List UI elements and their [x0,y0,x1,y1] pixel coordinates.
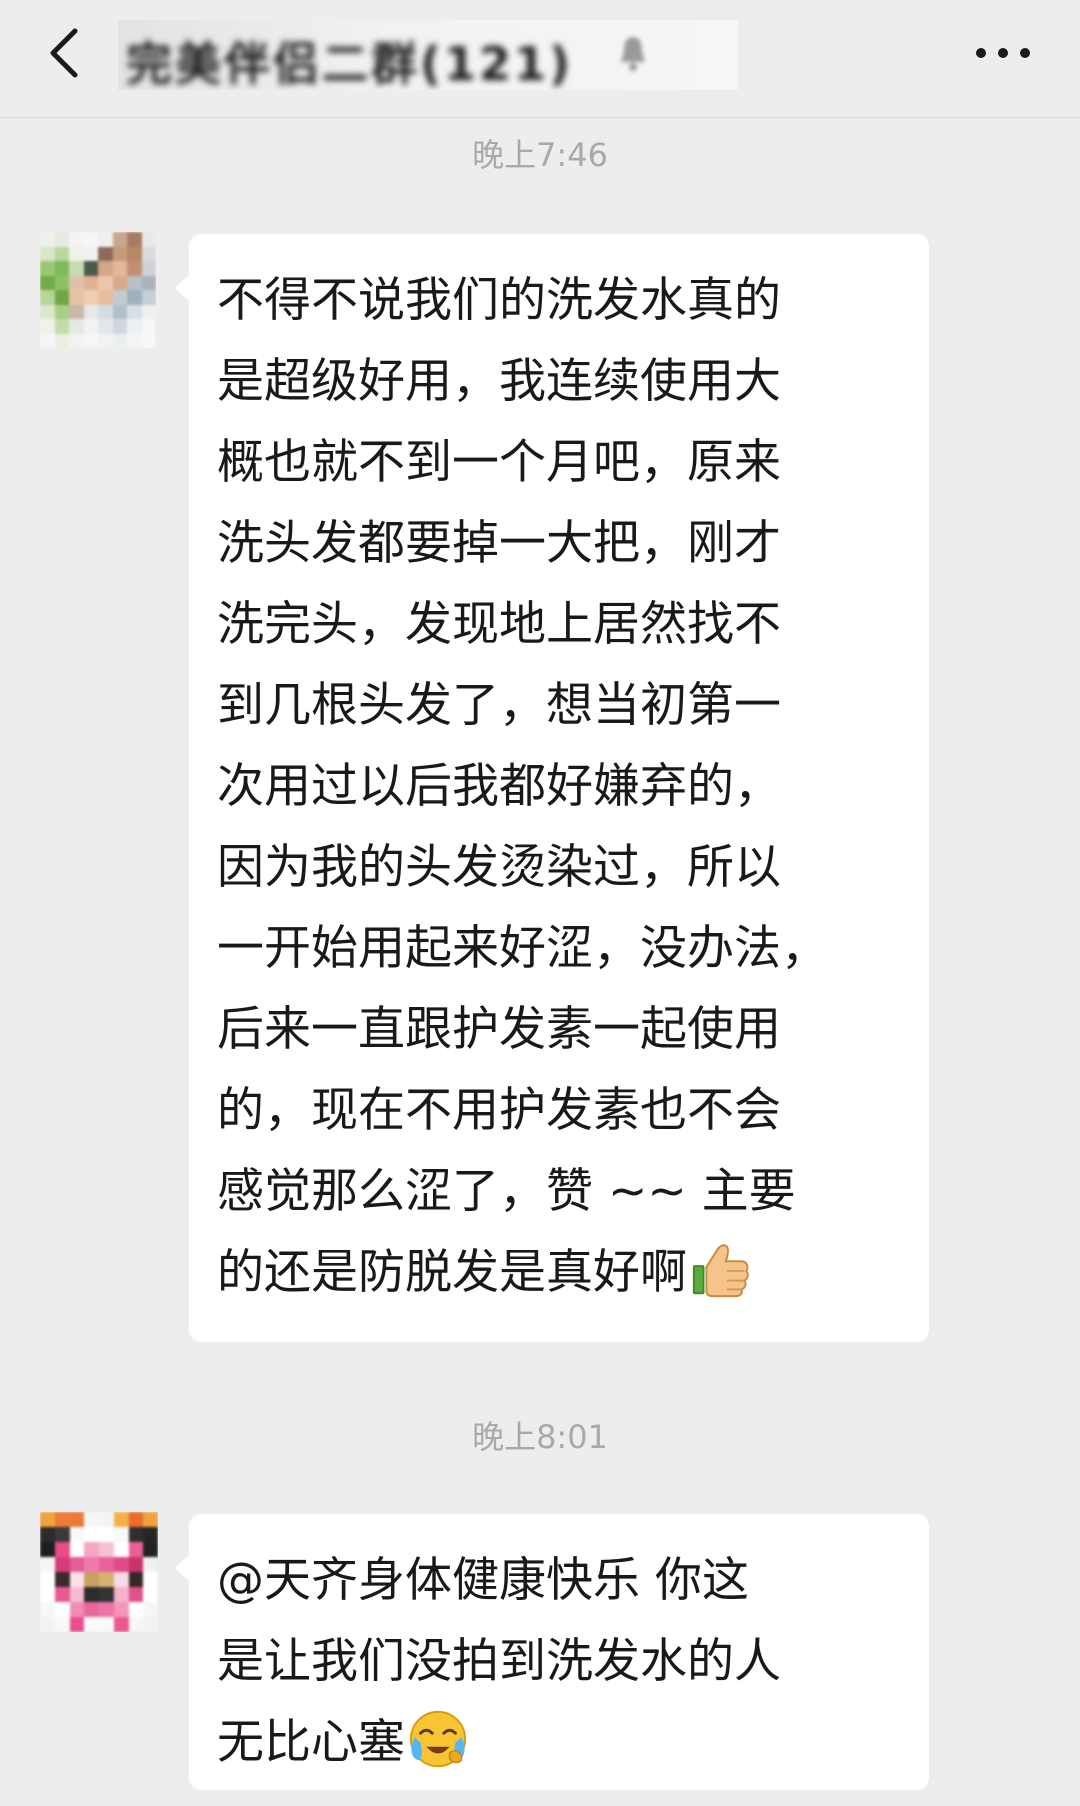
message-line: 概也就不到一个月吧，原来 [217,435,781,490]
message-line: 洗头发都要掉一大把，刚才 [217,516,781,571]
message-line: 一开始用起来好涩，没办法， [217,921,828,976]
more-dots-icon [976,48,1030,58]
avatar-image [40,1512,158,1632]
back-button[interactable] [30,18,100,88]
message-line: 是让我们没拍到洗发水的人 [217,1634,781,1689]
thumbs-up-icon [692,1244,749,1298]
sender-avatar[interactable] [40,1512,158,1632]
avatar-image [40,232,156,348]
message-line: 后来一直跟护发素一起使用 [217,1002,781,1057]
message-timestamp: 晚上8:01 [472,1418,608,1456]
message-bubble[interactable]: 不得不说我们的洗发水真的 是超级好用，我连续使用大 概也就不到一个月吧，原来 洗… [175,234,929,1342]
message-bubble[interactable]: @天齐身体健康快乐 你这 是让我们没拍到洗发水的人 无比心塞 [175,1514,929,1790]
message-line: 不得不说我们的洗发水真的 [217,273,781,328]
chat-title: 完美伴侣二群(121) [126,37,574,90]
message-line: 洗完头，发现地上居然找不 [217,597,781,652]
message-line-last: 无比心塞 [217,1702,907,1783]
message-line: 因为我的头发烫染过，所以 [217,840,781,895]
chat-title-obscured: 完美伴侣二群(121) [118,20,738,90]
message-line-last: 的还是防脱发是真好啊 [217,1232,907,1313]
message-line-text: 无比心塞 [217,1715,405,1770]
chevron-left-icon [50,28,78,78]
message-line: 的，现在不用护发素也不会 [217,1083,781,1138]
message-line: 到几根头发了，想当初第一 [217,678,781,733]
chat-header: 完美伴侣二群(121) [0,0,1080,118]
message-line: 次用过以后我都好嫌弃的， [217,759,781,814]
more-options-button[interactable] [958,18,1048,88]
message-line-mention: @天齐身体健康快乐 你这 [217,1553,749,1608]
crying-face-icon [409,1710,467,1768]
message-line: 感觉那么涩了，赞 ~~ 主要 [217,1164,796,1219]
message-line-text: 的还是防脱发是真好啊 [217,1245,687,1300]
sender-avatar[interactable] [40,232,156,348]
message-timestamp: 晚上7:46 [472,136,608,174]
message-line: 是超级好用，我连续使用大 [217,354,781,409]
muted-icon [621,37,645,71]
